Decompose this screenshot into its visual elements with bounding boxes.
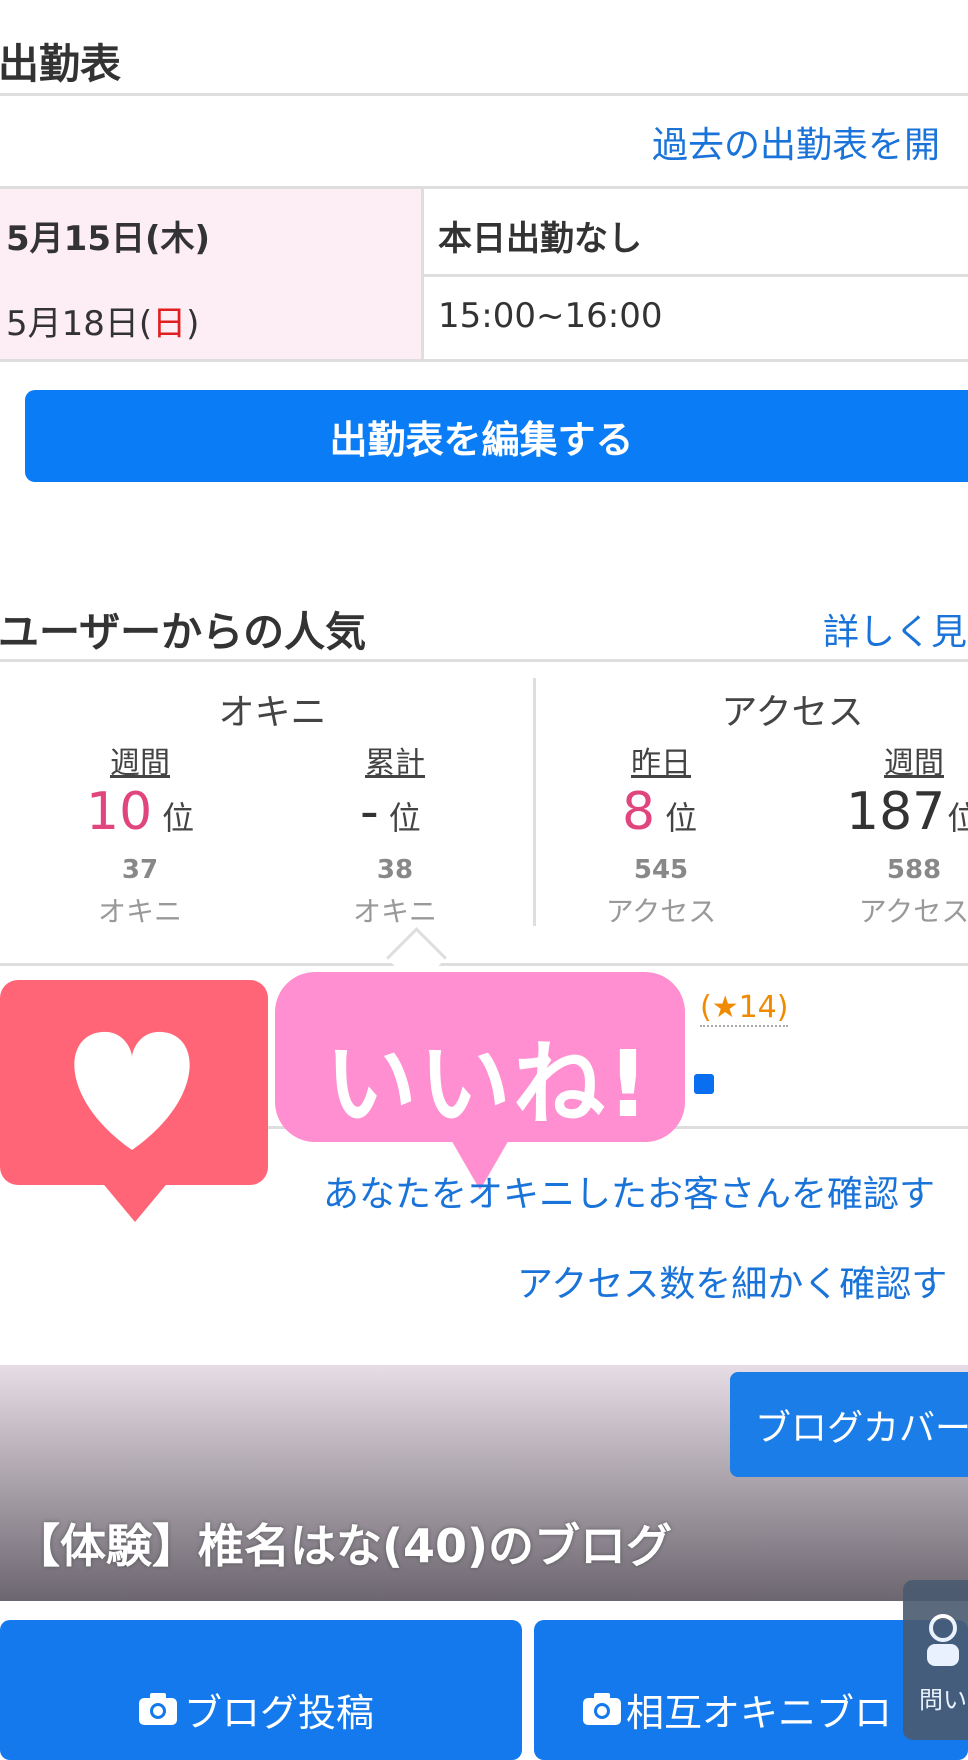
okini-total-count-label: オキニ	[352, 895, 437, 928]
edit-schedule-label: 出勤表を編集する	[329, 417, 634, 462]
schedule-date-cell: 5月18日(日)	[0, 274, 424, 359]
rank-number: 10	[86, 782, 153, 842]
schedule-value: 本日出勤なし	[438, 219, 642, 259]
rank-number: 8	[622, 782, 656, 842]
help-button[interactable]: 問い	[903, 1580, 968, 1740]
help-label: 問い	[919, 1686, 967, 1714]
popularity-title: ユーザーからの人気	[0, 608, 367, 656]
edit-schedule-button[interactable]: 出勤表を編集する	[25, 390, 968, 482]
okini-weekly-count-label: オキニ	[97, 895, 182, 928]
okini-heading: オキニ	[218, 692, 327, 733]
rank-unit: 位	[665, 799, 698, 837]
edit-icon[interactable]	[694, 1074, 714, 1094]
iine-text: いいね!	[325, 1031, 651, 1138]
rank-unit: 位	[947, 799, 968, 837]
access-heading: アクセス	[721, 692, 864, 733]
access-yesterday-rank: 8位	[622, 782, 697, 842]
schedule-title: 出勤表	[0, 40, 121, 88]
blog-post-label: ブログ投稿	[184, 1691, 375, 1735]
popularity-detail-link[interactable]: 詳しく見	[823, 603, 967, 655]
okini-weekly-count: 37	[121, 855, 159, 885]
mutual-okini-blog-label: 相互オキニブロ	[626, 1691, 893, 1735]
past-schedule-link[interactable]: 過去の出勤表を開	[652, 116, 940, 168]
support-icon	[927, 1614, 959, 1666]
heart-sticker-tail	[100, 1180, 170, 1222]
access-weekly-count: 588	[886, 855, 942, 885]
okini-total-rank: -位	[360, 782, 421, 842]
schedule-value: 15:00~16:00	[438, 296, 663, 336]
access-weekly-tab[interactable]: 週間	[854, 738, 968, 782]
okini-weekly-rank: 10 位	[86, 782, 194, 842]
access-yesterday-count-label: アクセス	[605, 895, 717, 928]
rank-unit: 位	[162, 799, 195, 837]
rank-number: -	[360, 782, 379, 842]
stats-divider	[533, 678, 536, 926]
divider	[0, 93, 968, 96]
date-suffix: )	[186, 304, 200, 344]
access-yesterday-count: 545	[633, 855, 689, 885]
okini-weekly-tab[interactable]: 週間	[80, 738, 200, 782]
okini-total-count: 38	[376, 855, 414, 885]
heart-icon	[74, 1031, 190, 1150]
schedule-row: 5月18日(日) 15:00~16:00	[0, 274, 968, 362]
okini-total-tab[interactable]: 累計	[335, 738, 455, 782]
heart-sticker	[0, 980, 268, 1185]
divider	[0, 659, 968, 662]
schedule-date: 5月18日(日)	[6, 296, 199, 345]
weekday-sunday: 日	[152, 304, 187, 344]
blog-post-button[interactable]: ブログ投稿	[0, 1620, 522, 1760]
schedule-date: 5月15日(木)	[6, 219, 211, 259]
access-weekly-rank: 187位	[846, 782, 968, 842]
date-prefix: 5月18日(	[6, 304, 153, 344]
blog-cover-button[interactable]: ブログカバー	[730, 1372, 968, 1477]
access-weekly-count-label: アクセス	[858, 895, 968, 928]
star-count: (★14)	[700, 990, 789, 1027]
access-yesterday-tab[interactable]: 昨日	[601, 738, 721, 782]
rank-unit: 位	[388, 799, 421, 837]
rank-number: 187	[846, 782, 946, 842]
check-okini-link[interactable]: あなたをオキニしたお客さんを確認す	[323, 1165, 935, 1217]
schedule-row: 5月15日(木) 本日出勤なし	[0, 189, 968, 277]
check-access-link[interactable]: アクセス数を細かく確認す	[517, 1255, 947, 1307]
blog-title: 【体験】椎名はな(40)のブログ	[14, 1519, 673, 1573]
schedule-date-cell: 5月15日(木)	[0, 189, 424, 274]
